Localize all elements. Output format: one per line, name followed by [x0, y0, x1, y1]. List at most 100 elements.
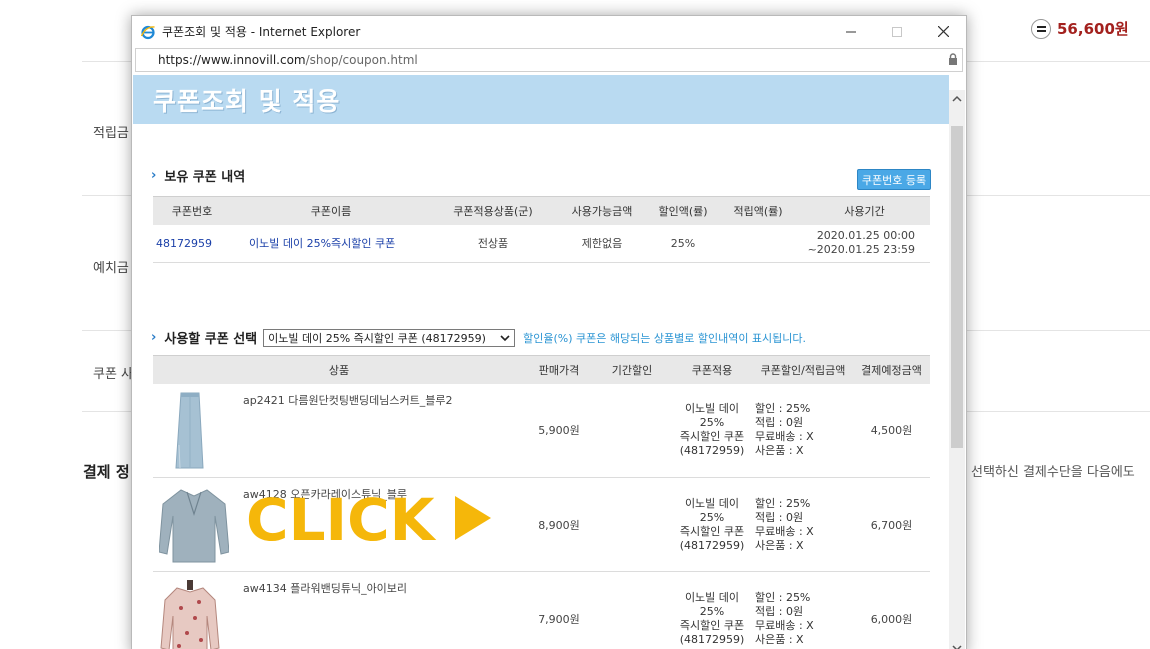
- maximize-button[interactable]: [874, 16, 920, 47]
- product-period-discount: [593, 477, 671, 572]
- product-image-blue-blouse[interactable]: [158, 484, 230, 566]
- owned-coupon-table: 쿠폰번호 쿠폰이름 쿠폰적용상품(군) 사용가능금액 할인액(률) 적립액(률)…: [153, 196, 930, 263]
- product-price: 7,900원: [525, 571, 593, 649]
- col-coupon-number: 쿠폰번호: [153, 196, 231, 225]
- product-final-amount: 6,000원: [853, 571, 930, 649]
- coupon-use-label: 쿠폰 사: [93, 367, 134, 382]
- detail-discount: 할인 : 25%: [755, 590, 811, 604]
- detail-discount: 할인 : 25%: [755, 402, 811, 416]
- window-controls: [828, 16, 966, 47]
- coupon-apply-line: 즉시할인 쿠폰: [679, 618, 745, 632]
- product-name[interactable]: ap2421 다름원단컷팅밴딩데님스커트_블루2: [243, 392, 453, 408]
- detail-shipping: 무료배송 : X: [755, 618, 814, 632]
- coupon-apply-line: 이노빌 데이 25%: [684, 590, 740, 618]
- lock-icon: [948, 53, 958, 69]
- coupon-period: 2020.01.25 00:00 ~2020.01.25 23:59: [799, 224, 930, 263]
- period-start: 2020.01.25 00:00: [816, 229, 915, 243]
- chevron-down-icon: [499, 332, 511, 347]
- equals-icon: [1031, 18, 1051, 39]
- select-coupon-label: 사용할 쿠폰 선택: [164, 332, 258, 347]
- coupon-name-link[interactable]: 이노빌 데이 25%즉시할인 쿠폰: [231, 224, 431, 263]
- product-discount-detail: 할인 : 25% 적립 : 0원 무료배송 : X 사은품 : X: [753, 571, 853, 649]
- product-cell: aw4134 플라워밴딩튜닉_아이보리: [153, 571, 525, 649]
- banner-title: 쿠폰조회 및 적용: [133, 75, 949, 124]
- coupon-reserve: [717, 224, 799, 263]
- select-coupon-title: › 사용할 쿠폰 선택: [151, 328, 257, 347]
- select-coupon-row: › 사용할 쿠폰 선택 이노빌 데이 25% 즉시할인 쿠폰 (48172959…: [151, 328, 806, 347]
- play-arrow-icon: [453, 494, 493, 546]
- address-bar[interactable]: https://www.innovill.com/shop/coupon.htm…: [135, 48, 963, 72]
- payment-desc: 선택하신 결제수단을 다음에도: [971, 465, 1135, 480]
- detail-gift: 사은품 : X: [755, 444, 804, 458]
- coupon-target: 전상품: [431, 224, 555, 263]
- scroll-thumb[interactable]: [951, 126, 963, 448]
- table-header: 쿠폰번호 쿠폰이름 쿠폰적용상품(군) 사용가능금액 할인액(률) 적립액(률)…: [153, 196, 930, 225]
- coupon-apply-line: (48172959): [679, 444, 745, 458]
- window-titlebar[interactable]: 쿠폰조회 및 적용 - Internet Explorer: [132, 16, 966, 47]
- product-final-amount: 6,700원: [853, 477, 930, 572]
- col-period-discount: 기간할인: [593, 355, 671, 384]
- url-host: https://www.innovill.com: [158, 53, 306, 67]
- selected-coupon: 이노빌 데이 25% 즉시할인 쿠폰 (48172959): [268, 331, 486, 345]
- detail-discount: 할인 : 25%: [755, 496, 811, 510]
- table-row: ap2421 다름원단컷팅밴딩데님스커트_블루2 5,900원 이노빌 데이 2…: [153, 383, 930, 478]
- detail-shipping: 무료배송 : X: [755, 524, 814, 538]
- chevron-right-icon: ›: [151, 168, 157, 183]
- scroll-down-icon[interactable]: [949, 639, 965, 649]
- col-product: 상품: [153, 355, 525, 384]
- coupon-number: 48172959: [153, 224, 231, 263]
- product-image-denim-skirt[interactable]: [159, 390, 221, 472]
- coupon-apply-line: (48172959): [679, 538, 745, 552]
- coupon-select-dropdown[interactable]: 이노빌 데이 25% 즉시할인 쿠폰 (48172959): [263, 328, 516, 347]
- reserve-label: 적립금: [93, 126, 129, 141]
- col-coupon-discount: 쿠폰할인/적립금액: [753, 355, 853, 384]
- close-button[interactable]: [920, 16, 966, 47]
- coupon-popup-window: 쿠폰조회 및 적용 - Internet Explorer https://ww…: [131, 15, 967, 649]
- total-amount: 56,600원: [1057, 20, 1129, 38]
- product-name[interactable]: aw4134 플라워밴딩튜닉_아이보리: [243, 580, 407, 596]
- coupon-apply-line: 이노빌 데이 25%: [684, 402, 740, 430]
- url-path: /shop/coupon.html: [305, 53, 418, 67]
- detail-shipping: 무료배송 : X: [755, 430, 814, 444]
- product-coupon-apply: 이노빌 데이 25% 즉시할인 쿠폰 (48172959): [671, 383, 753, 478]
- col-coupon-target: 쿠폰적용상품(군): [431, 196, 555, 225]
- owned-coupons-title: › 보유 쿠폰 내역: [151, 166, 245, 185]
- period-end: ~2020.01.25 23:59: [807, 243, 915, 257]
- coupon-apply-line: (48172959): [679, 632, 745, 646]
- scroll-up-icon[interactable]: [949, 90, 965, 107]
- coupon-min-amount: 제한없음: [555, 224, 649, 263]
- col-min-amount: 사용가능금액: [555, 196, 649, 225]
- internet-explorer-icon: [140, 24, 156, 40]
- detail-reserve: 적립 : 0원: [755, 604, 804, 618]
- table-row: 48172959 이노빌 데이 25%즉시할인 쿠폰 전상품 제한없음 25% …: [153, 224, 930, 263]
- chevron-right-icon: ›: [151, 330, 157, 345]
- deposit-label: 예치금: [93, 261, 129, 276]
- product-final-amount: 4,500원: [853, 383, 930, 478]
- product-image-floral-blouse[interactable]: [159, 578, 221, 649]
- detail-reserve: 적립 : 0원: [755, 416, 804, 430]
- col-final-amount: 결제예정금액: [853, 355, 930, 384]
- table-row: aw4134 플라워밴딩튜닉_아이보리 7,900원 이노빌 데이 25% 즉시…: [153, 571, 930, 649]
- product-period-discount: [593, 571, 671, 649]
- coupon-discount: 25%: [649, 224, 717, 263]
- total-amount-box: 56,600원: [1031, 18, 1129, 39]
- coupon-apply-line: 이노빌 데이 25%: [684, 496, 740, 524]
- coupon-apply-line: 즉시할인 쿠폰: [679, 524, 745, 538]
- product-cell: ap2421 다름원단컷팅밴딩데님스커트_블루2: [153, 383, 525, 478]
- product-coupon-apply: 이노빌 데이 25% 즉시할인 쿠폰 (48172959): [671, 477, 753, 572]
- payment-title: 결제 정: [83, 463, 130, 481]
- register-coupon-button[interactable]: 쿠폰번호 등록: [857, 169, 931, 190]
- table-header: 상품 판매가격 기간할인 쿠폰적용 쿠폰할인/적립금액 결제예정금액: [153, 355, 930, 384]
- click-text: CLICK: [246, 486, 435, 554]
- discount-note: 할인율(%) 쿠폰은 해당되는 상품별로 할인내역이 표시됩니다.: [523, 331, 807, 345]
- checkout-page: 적립금 예치금 쿠폰 사 결제 정 선택하신 결제수단을 다음에도 56,600…: [0, 0, 1150, 649]
- coupon-apply-line: 즉시할인 쿠폰: [679, 430, 745, 444]
- col-coupon-name: 쿠폰이름: [231, 196, 431, 225]
- detail-gift: 사은품 : X: [755, 632, 804, 646]
- detail-gift: 사은품 : X: [755, 538, 804, 552]
- minimize-button[interactable]: [828, 16, 874, 47]
- product-price: 5,900원: [525, 383, 593, 478]
- vertical-scrollbar[interactable]: [949, 90, 965, 649]
- product-discount-detail: 할인 : 25% 적립 : 0원 무료배송 : X 사은품 : X: [753, 383, 853, 478]
- product-price: 8,900원: [525, 477, 593, 572]
